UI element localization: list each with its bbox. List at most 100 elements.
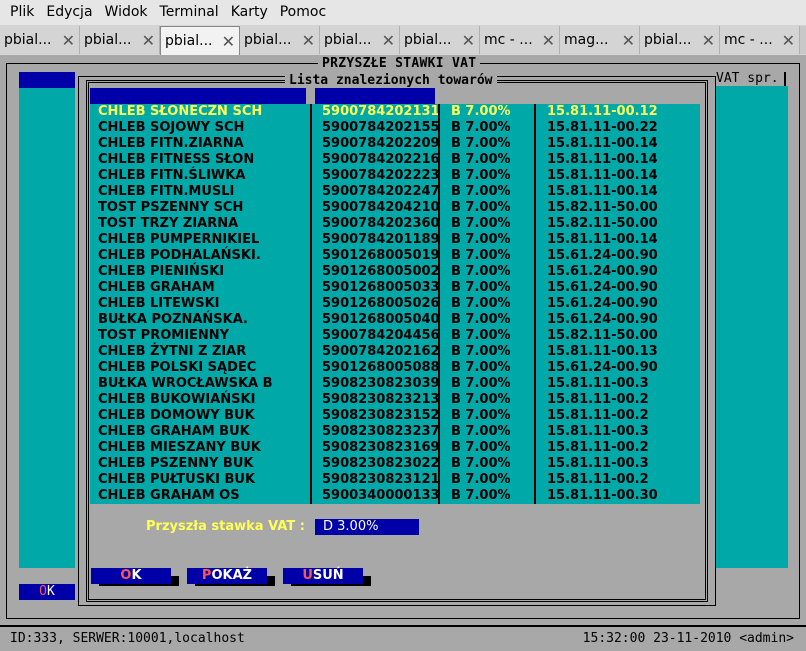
product-row[interactable]: CHLEB FITN.MUSLI 5900784202247 B 7.00% 15.8… bbox=[90, 184, 700, 200]
menu-plik[interactable]: Plik bbox=[4, 0, 40, 25]
close-icon[interactable]: ✕ bbox=[62, 31, 75, 50]
product-name: BUŁKA POZNAŃSKA. bbox=[98, 312, 248, 327]
column-header-ean bbox=[315, 88, 435, 104]
product-pkwiu-code: 15.61.24-00.90 bbox=[547, 296, 658, 311]
tab-label: mc - ... bbox=[484, 32, 533, 48]
product-name: CHLEB PIENIŃSKI bbox=[98, 264, 225, 279]
product-row[interactable]: CHLEB BUKOWIAŃSKI 5908230823213 B 7.00% 15.… bbox=[90, 392, 700, 408]
product-pkwiu-code: 15.81.11-00.2 bbox=[547, 440, 649, 455]
product-pkwiu-code: 15.81.11-00.14 bbox=[547, 232, 658, 247]
hotkey: O bbox=[120, 568, 132, 583]
close-icon[interactable]: ✕ bbox=[302, 31, 315, 50]
close-icon[interactable]: ✕ bbox=[382, 31, 395, 50]
close-icon[interactable]: ✕ bbox=[462, 31, 475, 50]
product-vat: B 7.00% bbox=[451, 200, 511, 215]
product-row[interactable]: CHLEB GRAHAM OS 5900340000133 B 7.00% 15.81… bbox=[90, 488, 700, 504]
product-row[interactable]: CHLEB LITEWSKI 5901268005026 B 7.00% 15.61.… bbox=[90, 296, 700, 312]
product-row[interactable]: CHLEB DOMOWY BUK 5908230823152 B 7.00% 15.8… bbox=[90, 408, 700, 424]
product-row[interactable]: CHLEB ŻYTNI Z ZIAR 5900784202162 B 7.00% 15… bbox=[90, 344, 700, 360]
terminal-window: Plik Edycja Widok Terminal Karty Pomoc p… bbox=[0, 0, 806, 651]
left-background-panel bbox=[19, 72, 75, 568]
product-row[interactable]: CHLEB PIENIŃSKI 5901268005002 B 7.00% 15.61… bbox=[90, 264, 700, 280]
product-list[interactable]: CHLEB SŁONECZN SCH 5900784202131 B 7.00% 15… bbox=[90, 104, 700, 504]
product-ean: 5900784204210 bbox=[322, 200, 440, 215]
product-vat: B 7.00% bbox=[451, 488, 511, 503]
product-name: CHLEB PUMPERNIKIEL bbox=[98, 232, 260, 247]
product-vat: B 7.00% bbox=[451, 296, 511, 311]
product-row[interactable]: CHLEB GRAHAM 5901268005033 B 7.00% 15.61.24… bbox=[90, 280, 700, 296]
tab-8[interactable]: pbial... ✕ bbox=[640, 26, 720, 54]
product-row[interactable]: BUŁKA WROCŁAWSKA B 5908230823039 B 7.00% 15… bbox=[90, 376, 700, 392]
close-icon[interactable]: ✕ bbox=[622, 31, 635, 50]
product-vat: B 7.00% bbox=[451, 424, 511, 439]
button-label: SUŃ bbox=[312, 568, 344, 583]
product-row[interactable]: CHLEB PUŁTUSKI BUK 5908230823121 B 7.00% 15… bbox=[90, 472, 700, 488]
product-ean: 5900784202155 bbox=[322, 120, 440, 135]
tab-scroll-handle[interactable] bbox=[800, 26, 806, 54]
product-row[interactable]: BUŁKA POZNAŃSKA. 5901268005040 B 7.00% 15.6… bbox=[90, 312, 700, 328]
product-vat: B 7.00% bbox=[451, 312, 511, 327]
product-ean: 5900784202162 bbox=[322, 344, 440, 359]
product-name: CHLEB GRAHAM bbox=[98, 280, 215, 295]
product-vat: B 7.00% bbox=[451, 392, 511, 407]
product-row[interactable]: CHLEB MIESZANY BUK 5908230823169 B 7.00% 15… bbox=[90, 440, 700, 456]
tab-1[interactable]: pbial... ✕ bbox=[80, 26, 160, 54]
product-row[interactable]: CHLEB PSZENNY BUK 5908230823022 B 7.00% 15.… bbox=[90, 456, 700, 472]
product-name: CHLEB PSZENNY BUK bbox=[98, 456, 254, 471]
product-vat: B 7.00% bbox=[451, 408, 511, 423]
tab-7[interactable]: mag... ✕ bbox=[560, 26, 640, 54]
product-row[interactable]: CHLEB SŁONECZN SCH 5900784202131 B 7.00% 15… bbox=[90, 104, 700, 120]
show-button[interactable]: POKAŻ bbox=[187, 568, 267, 584]
right-background-panel bbox=[716, 86, 788, 568]
product-ean: 5908230823022 bbox=[322, 456, 440, 471]
product-pkwiu-code: 15.61.24-00.90 bbox=[547, 264, 658, 279]
tab-6[interactable]: mc - ... ✕ bbox=[480, 26, 560, 54]
tab-3[interactable]: pbial... ✕ bbox=[240, 26, 320, 54]
product-row[interactable]: CHLEB SOJOWY SCH 5900784202155 B 7.00% 15.8… bbox=[90, 120, 700, 136]
tab-9[interactable]: mc - ... ✕ bbox=[720, 26, 800, 54]
product-row[interactable]: CHLEB FITN.ŚLIWKA 5900784202223 B 7.00% 15.… bbox=[90, 168, 700, 184]
product-row[interactable]: CHLEB PODHALAŃSKI. 5901268005019 B 7.00% 15… bbox=[90, 248, 700, 264]
close-icon[interactable]: ✕ bbox=[542, 31, 555, 50]
menu-pomoc[interactable]: Pomoc bbox=[274, 0, 332, 25]
close-icon[interactable]: ✕ bbox=[702, 31, 715, 50]
product-row[interactable]: CHLEB POLSKI SĄDEC 5901268005088 B 7.00% 15… bbox=[90, 360, 700, 376]
product-row[interactable]: TOST TRZY ZIARNA 5900784202360 B 7.00% 15.8… bbox=[90, 216, 700, 232]
close-icon[interactable]: ✕ bbox=[782, 31, 795, 50]
menu-edycja[interactable]: Edycja bbox=[40, 0, 98, 25]
product-ean: 5908230823152 bbox=[322, 408, 440, 423]
menu-karty[interactable]: Karty bbox=[225, 0, 274, 25]
tab-5[interactable]: pbial... ✕ bbox=[400, 26, 480, 54]
vat-check-column-header: VAT spr. bbox=[716, 71, 786, 87]
future-vat-field[interactable]: D 3.00% bbox=[315, 519, 419, 535]
status-connection-info: ID:333, SERWER:10001,localhost bbox=[10, 631, 245, 646]
menu-widok[interactable]: Widok bbox=[99, 0, 154, 25]
menu-terminal[interactable]: Terminal bbox=[154, 0, 225, 25]
tab-0[interactable]: pbial... ✕ bbox=[0, 26, 80, 54]
product-ean: 5900340000133 bbox=[322, 488, 440, 503]
product-name: TOST TRZY ZIARNA bbox=[98, 216, 239, 231]
product-ean: 5908230823121 bbox=[322, 472, 440, 487]
product-pkwiu-code: 15.81.11-00.13 bbox=[547, 344, 658, 359]
delete-button[interactable]: USUŃ bbox=[283, 568, 363, 584]
product-row[interactable]: CHLEB PUMPERNIKIEL 5900784201189 B 7.00% 15… bbox=[90, 232, 700, 248]
product-row[interactable]: CHLEB GRAHAM BUK 5908230823237 B 7.00% 15.8… bbox=[90, 424, 700, 440]
product-pkwiu-code: 15.81.11-00.2 bbox=[547, 472, 649, 487]
product-row[interactable]: TOST PROMIENNY 5900784204456 B 7.00% 15.82.… bbox=[90, 328, 700, 344]
product-pkwiu-code: 15.61.24-00.90 bbox=[547, 312, 658, 327]
hotkey: U bbox=[302, 568, 313, 583]
tab-2[interactable]: pbial... ✕ bbox=[160, 26, 240, 55]
product-row[interactable]: CHLEB FITN.ZIARNA 5900784202209 B 7.00% 15.… bbox=[90, 136, 700, 152]
background-ok-button[interactable]: OK bbox=[19, 584, 75, 600]
close-icon[interactable]: ✕ bbox=[142, 31, 155, 50]
tab-4[interactable]: pbial... ✕ bbox=[320, 26, 400, 54]
hotkey: O bbox=[39, 584, 47, 599]
close-icon[interactable]: ✕ bbox=[222, 32, 235, 51]
product-row[interactable]: CHLEB FITNESS SŁON 5900784202216 B 7.00% 15… bbox=[90, 152, 700, 168]
button-label: OKAŻ bbox=[211, 568, 253, 583]
product-row[interactable]: TOST PSZENNY SCH 5900784204210 B 7.00% 15.8… bbox=[90, 200, 700, 216]
product-pkwiu-code: 15.61.24-00.90 bbox=[547, 360, 658, 375]
product-vat: B 7.00% bbox=[451, 136, 511, 151]
ok-button[interactable]: OK bbox=[91, 568, 171, 584]
status-datetime-user: 15:32:00 23-11-2010 <admin> bbox=[582, 631, 794, 646]
